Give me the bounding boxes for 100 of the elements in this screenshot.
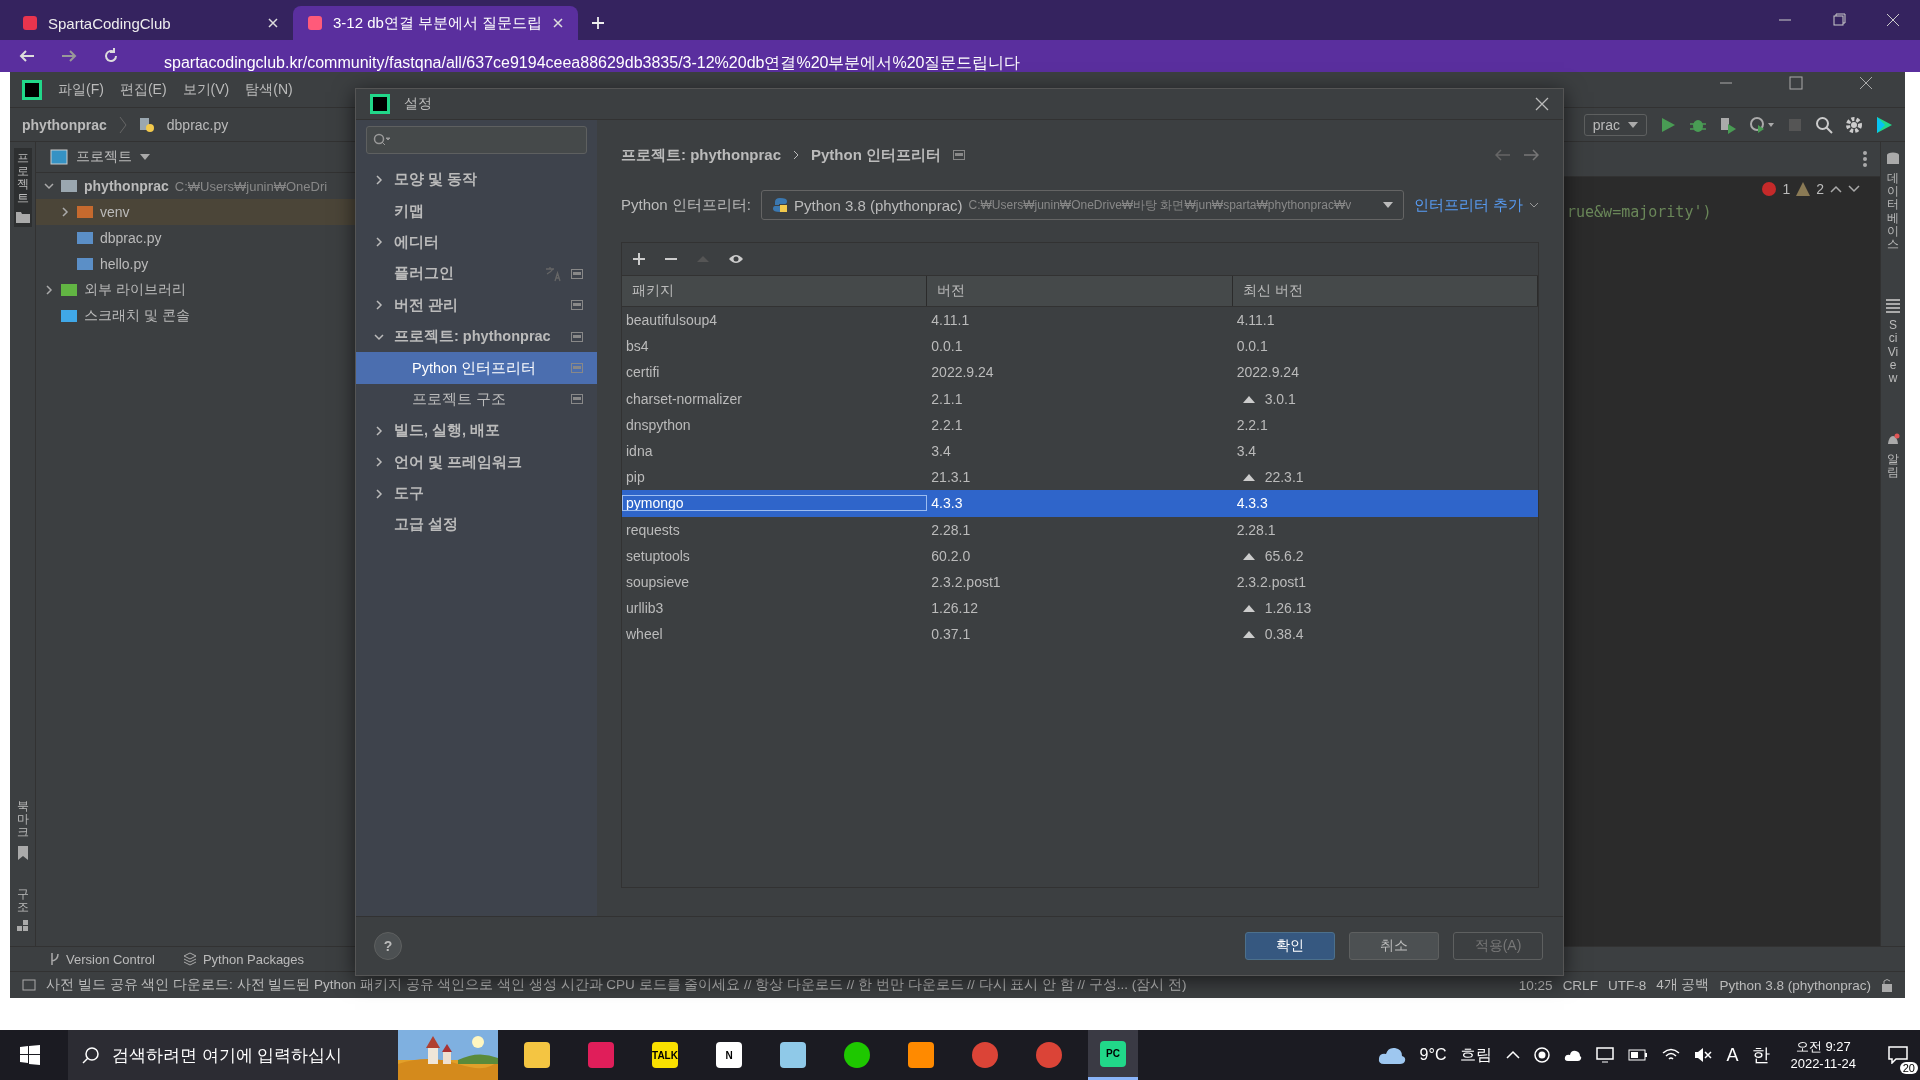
package-row[interactable]: certifi 2022.9.24 2022.9.24 xyxy=(622,359,1538,386)
warning-count[interactable]: 2 xyxy=(1816,181,1824,197)
menu-item[interactable]: 탐색(N) xyxy=(245,80,293,99)
tool-window-button[interactable]: SciView xyxy=(1884,295,1902,390)
more-icon[interactable] xyxy=(1862,151,1868,167)
record-icon[interactable] xyxy=(1534,1047,1551,1063)
settings-category[interactable]: 에디터 xyxy=(356,226,597,259)
status-item[interactable]: 4개 공백 xyxy=(1656,976,1710,994)
settings-category[interactable]: 프로젝트: phythonprac xyxy=(356,320,597,353)
status-item[interactable]: UTF-8 xyxy=(1607,977,1647,993)
muted-speaker-icon[interactable] xyxy=(1694,1047,1713,1063)
settings-category[interactable]: 고급 설정 xyxy=(356,509,597,541)
tree-row[interactable]: hello.py xyxy=(36,251,356,277)
status-item[interactable]: 10:25 xyxy=(1518,977,1553,993)
display-icon[interactable] xyxy=(1596,1047,1615,1063)
status-message[interactable]: 사전 빌드 공유 색인 다운로드: 사전 빌드된 Python 패키지 공유 색인으로 색인 생성 시간과 CPU 로드를 줄이세요 // 항상 다운로드 // 한 번만 다운로드 // 다시 표시 안 함 // 구성... (잠시 전) xyxy=(46,976,1187,994)
new-tab-icon[interactable] xyxy=(590,15,606,31)
tree-row[interactable]: dbprac.py xyxy=(36,225,356,251)
add-icon[interactable] xyxy=(632,252,646,266)
tool-tab[interactable]: Version Control xyxy=(50,951,155,967)
package-row[interactable]: idna 3.4 3.4 xyxy=(622,437,1538,465)
search-field[interactable] xyxy=(366,126,587,154)
caret-icon[interactable] xyxy=(140,154,150,160)
notification-button[interactable]: 20 xyxy=(1876,1030,1920,1080)
chevron-up-icon[interactable] xyxy=(1506,1050,1521,1060)
run-icon[interactable] xyxy=(1659,115,1677,134)
close-icon[interactable] xyxy=(1886,13,1900,27)
package-row[interactable]: wheel 0.37.1 0.38.4 xyxy=(622,621,1538,648)
status-item[interactable]: Python 3.8 (phythonprac) xyxy=(1719,977,1871,993)
clock-time[interactable]: 오전 9:27 xyxy=(1795,1038,1851,1055)
chevron-icon[interactable] xyxy=(374,173,384,186)
coverage-icon[interactable] xyxy=(1719,115,1737,134)
breadcrumb-item[interactable]: 프로젝트: phythonprac xyxy=(621,145,781,165)
panel-title[interactable]: 프로젝트 xyxy=(76,148,132,166)
ok-button[interactable]: 확인 xyxy=(1245,932,1335,960)
cancel-button[interactable]: 취소 xyxy=(1349,932,1439,960)
tree-row[interactable]: venv xyxy=(36,199,356,225)
clock-date[interactable]: 2022-11-24 xyxy=(1790,1055,1856,1072)
help-button[interactable]: ? xyxy=(374,932,402,960)
package-row[interactable]: beautifulsoup4 4.11.1 4.11.1 xyxy=(622,307,1538,334)
column-header[interactable]: 최신 버전 xyxy=(1232,276,1538,306)
up-icon[interactable] xyxy=(1830,185,1842,193)
tree-row[interactable]: 외부 라이브러리 xyxy=(36,277,356,303)
package-row[interactable]: pymongo 4.3.3 4.3.3 xyxy=(622,490,1538,517)
tool-tab[interactable]: Python Packages xyxy=(182,951,305,967)
down-icon[interactable] xyxy=(1848,185,1860,193)
error-count[interactable]: 1 xyxy=(1782,181,1791,197)
chevron-icon[interactable] xyxy=(374,299,384,312)
eye-icon[interactable] xyxy=(728,252,744,266)
package-row[interactable]: charset-normalizer 2.1.1 3.0.1 xyxy=(622,385,1538,412)
package-row[interactable]: bs4 0.0.1 0.0.1 xyxy=(622,333,1538,360)
close-icon[interactable] xyxy=(1859,76,1873,90)
chevron-icon[interactable] xyxy=(374,424,384,437)
reload-icon[interactable] xyxy=(102,47,120,65)
chevron-icon[interactable] xyxy=(374,236,384,249)
profile-icon[interactable] xyxy=(1749,115,1775,134)
settings-category[interactable]: 언어 및 프레임워크 xyxy=(356,446,597,478)
settings-category[interactable]: 빌드, 실행, 배포 xyxy=(356,415,597,447)
chevron-icon[interactable] xyxy=(44,181,54,191)
browser-tab[interactable]: SpartaCodingClub xyxy=(8,6,293,40)
tool-window-button[interactable]: 알림 xyxy=(1884,429,1902,484)
tree-row[interactable]: 스크래치 및 콘솔 xyxy=(36,303,356,329)
settings-category[interactable]: 프로젝트 구조 xyxy=(356,383,597,416)
settings-category[interactable]: 키맵 xyxy=(356,195,597,227)
restore-icon[interactable] xyxy=(1832,13,1846,27)
weather-text[interactable]: 흐림 xyxy=(1460,1044,1493,1066)
tool-window-button[interactable]: 데이터베이스 xyxy=(1884,148,1902,256)
package-row[interactable]: requests 2.28.1 2.28.1 xyxy=(622,516,1538,543)
status-icon[interactable] xyxy=(22,979,36,991)
interpreter-dropdown[interactable]: Python 3.8 (phythonprac) C:₩Users₩junin₩OneDrive₩바탕 화면₩jun₩sparta₩phythonprac₩v xyxy=(761,190,1404,220)
breadcrumb-item[interactable]: phythonprac xyxy=(22,116,107,133)
column-header[interactable]: 패키지 xyxy=(622,276,928,306)
package-row[interactable]: soupsieve 2.3.2.post1 2.3.2.post1 xyxy=(622,568,1538,596)
package-row[interactable]: setuptools 60.2.0 65.6.2 xyxy=(622,542,1538,569)
temperature[interactable]: 9°C xyxy=(1419,1046,1447,1064)
search-icon[interactable] xyxy=(1815,115,1833,134)
browser-tab[interactable]: 3-12 db연결 부분에서 질문드립 xyxy=(293,6,578,40)
settings-category[interactable]: 모양 및 동작 xyxy=(356,164,597,196)
battery-icon[interactable] xyxy=(1628,1049,1649,1061)
column-header[interactable]: 버전 xyxy=(927,276,1233,306)
input-language[interactable]: 한 xyxy=(1752,1043,1771,1067)
settings-category[interactable]: 플러그인 xyxy=(356,258,597,290)
settings-icon[interactable] xyxy=(1845,115,1863,134)
breadcrumb-item[interactable]: Python 인터프리터 xyxy=(811,145,941,165)
cloud-icon[interactable] xyxy=(1564,1049,1583,1061)
chevron-icon[interactable] xyxy=(44,285,54,295)
tool-window-button[interactable]: 북마크 xyxy=(14,796,31,864)
input-mode[interactable]: A xyxy=(1726,1044,1739,1066)
menu-item[interactable]: 편집(E) xyxy=(119,80,167,99)
tool-window-button[interactable]: 구조 xyxy=(14,883,31,936)
menu-item[interactable]: 보기(V) xyxy=(182,80,230,99)
settings-category[interactable]: 도구 xyxy=(356,477,597,510)
run-configuration-dropdown[interactable]: prac xyxy=(1583,113,1647,136)
settings-category[interactable]: 버전 관리 xyxy=(356,289,597,321)
windows-start-icon[interactable] xyxy=(20,1045,40,1065)
package-row[interactable]: urllib3 1.26.12 1.26.13 xyxy=(622,595,1538,622)
package-row[interactable]: dnspython 2.2.1 2.2.1 xyxy=(622,411,1538,438)
tool-window-button[interactable]: 프로젝트 xyxy=(13,148,32,227)
status-item[interactable]: CRLF xyxy=(1562,977,1598,993)
menu-item[interactable]: 파일(F) xyxy=(58,80,104,99)
